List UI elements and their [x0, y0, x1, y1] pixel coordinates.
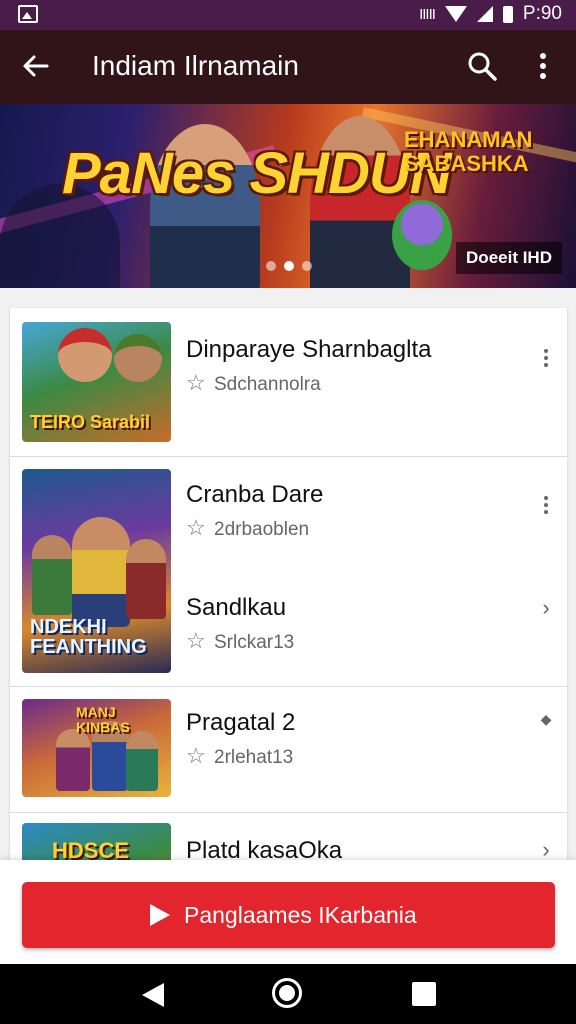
list-item-title: Pragatal 2 — [186, 709, 296, 736]
star-outline-icon[interactable]: ☆ — [186, 370, 208, 396]
list-item-subtitle-text: 2drbaoblen — [214, 519, 310, 540]
thumbnail-label: TEIRO Sarabil — [30, 412, 151, 432]
list-thumbnail[interactable]: HDSCE — [22, 823, 171, 860]
play-all-label: Panglaames IKarbania — [184, 902, 417, 928]
cellular-icon — [476, 6, 493, 22]
list-item-title: Platd kasaOka — [186, 837, 343, 860]
list-item-subtitle-text: Sdchannolra — [214, 374, 321, 395]
banner-headline: PaNes SHDUN — [62, 141, 452, 206]
nav-recents-icon[interactable] — [412, 982, 436, 1006]
list-item-subtitle: ☆ 2drbaoblen — [186, 515, 309, 541]
thumbnail-character — [126, 731, 158, 791]
list-thumbnail[interactable]: MANJ KINBAS — [22, 699, 171, 797]
carousel-dot[interactable] — [302, 261, 312, 271]
list-item[interactable]: NDEKHI FEANTHING Cranba Dare ☆ 2drbaoblen… — [10, 457, 567, 687]
more-vert-icon[interactable] — [539, 487, 553, 513]
list-item-title: Dinparaye Sharnbaglta — [186, 336, 432, 363]
star-outline-icon[interactable]: ☆ — [186, 743, 208, 769]
list-item[interactable]: TEIRO Sarabil Dinparaye Sharnbaglta ☆ Sdc… — [10, 308, 567, 457]
carousel-dot[interactable] — [266, 261, 276, 271]
wifi-icon — [444, 6, 467, 22]
nav-back-icon[interactable] — [142, 983, 164, 1007]
list-item-subtitle: ☆ Srlckar13 — [186, 628, 294, 654]
bottom-action-bar: Panglaames IKarbania — [0, 860, 576, 964]
play-all-button[interactable]: Panglaames IKarbania — [22, 882, 555, 948]
notification-image-icon — [18, 5, 38, 23]
thumbnail-character — [126, 539, 166, 619]
thumbnail-label: MANJ KINBAS — [76, 704, 130, 735]
more-vert-icon[interactable] — [539, 340, 553, 366]
battery-icon — [502, 5, 513, 23]
chevron-right-icon[interactable]: › — [539, 595, 553, 621]
list-item-subtitle-text: Srlckar13 — [214, 632, 295, 653]
list-item[interactable]: MANJ KINBAS Pragatal 2 ☆ 2rlehat13 ◆ — [10, 687, 567, 813]
banner-subheadline: EHANAMAN SABASHKA — [404, 127, 533, 176]
star-outline-icon[interactable]: ☆ — [186, 515, 208, 541]
system-nav-bar — [0, 964, 576, 1024]
thumbnail-character — [58, 328, 112, 382]
video-list: TEIRO Sarabil Dinparaye Sharnbaglta ☆ Sdc… — [10, 308, 567, 860]
thumbnail-label: NDEKHI FEANTHING — [30, 616, 147, 658]
status-time: P:90 — [522, 3, 562, 24]
thumbnail-label: HDSCE — [52, 838, 130, 861]
back-arrow-icon[interactable] — [20, 50, 52, 82]
list-item-subtitle-text: 2rlehat13 — [214, 747, 294, 768]
search-icon[interactable] — [466, 50, 498, 82]
list-thumbnail[interactable]: NDEKHI FEANTHING — [22, 469, 171, 673]
banner-mascot — [392, 200, 452, 270]
star-outline-icon[interactable]: ☆ — [186, 628, 208, 654]
carousel-indicator — [266, 261, 312, 271]
list-thumbnail[interactable]: TEIRO Sarabil — [22, 322, 171, 442]
list-item[interactable]: HDSCE Platd kasaOka › — [10, 813, 567, 860]
list-item-title: Sandlkau — [186, 594, 287, 621]
signal-text: ΙΙΙΙΙ — [419, 5, 436, 23]
banner-badge: Doeeit IHD — [456, 242, 562, 274]
small-dot-icon[interactable]: ◆ — [539, 711, 553, 728]
featured-banner[interactable]: PaNes SHDUN EHANAMAN SABASHKA Doeeit IHD — [0, 104, 576, 288]
status-bar: ΙΙΙΙΙ P:90 — [0, 0, 576, 30]
thumbnail-character — [32, 535, 72, 615]
play-icon — [150, 904, 170, 926]
more-vert-icon[interactable] — [530, 50, 556, 82]
list-item-subtitle: ☆ Sdchannolra — [186, 370, 321, 396]
status-icons: ΙΙΙΙΙ P:90 — [419, 3, 562, 25]
thumbnail-character — [72, 517, 130, 627]
page-title: Indiam Ilrnamain — [92, 50, 299, 81]
thumbnail-character — [114, 334, 162, 382]
list-item-title: Cranba Dare — [186, 481, 324, 508]
list-item-subtitle: ☆ 2rlehat13 — [186, 743, 293, 769]
nav-home-icon[interactable] — [272, 978, 302, 1008]
app-toolbar: Indiam Ilrnamain — [0, 30, 576, 104]
thumbnail-character — [56, 729, 90, 791]
carousel-dot-active[interactable] — [284, 261, 294, 271]
chevron-right-icon[interactable]: › — [539, 837, 553, 860]
